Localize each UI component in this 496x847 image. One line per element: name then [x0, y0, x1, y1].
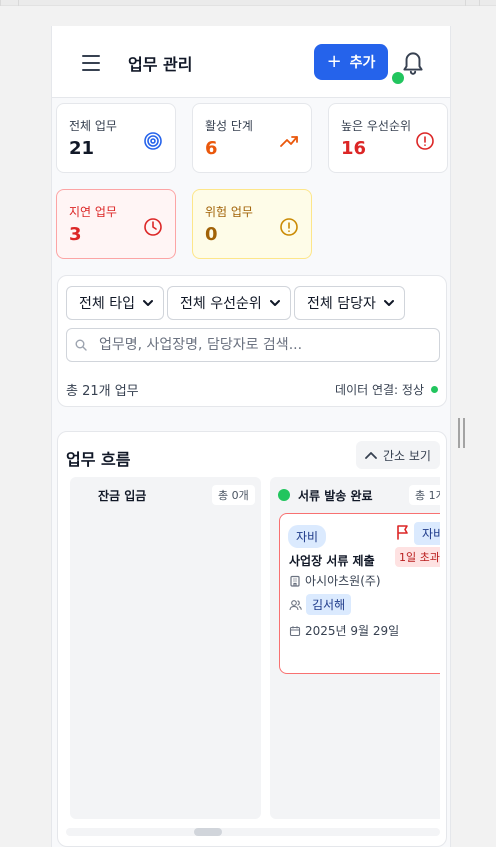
building-icon — [290, 575, 300, 587]
column-title: 잔금 입금 — [98, 489, 147, 503]
priority-select-value: 전체 우선순위 — [180, 296, 262, 312]
stat-card-delayed: 지연 업무 3 — [56, 189, 176, 259]
app-panel: 업무 관리 + 추가 전체 업무 21 활성 단계 6 높은 우선순위 16 지… — [51, 26, 451, 847]
column-count: 총 1개 — [409, 485, 440, 505]
bell-icon[interactable] — [400, 48, 426, 76]
plus-icon: + — [326, 51, 342, 72]
overdue-badge: 1일 초과 — [395, 547, 440, 567]
trending-up-icon — [280, 136, 298, 147]
menu-button[interactable] — [78, 51, 106, 75]
target-icon — [144, 132, 162, 150]
task-date-text: 2025년 9월 29일 — [305, 624, 400, 638]
task-type-tag: 자비 — [288, 525, 327, 548]
task-card[interactable]: 자비 자비 사업장 서류 제출 1일 초과 아시아츠원(주) 김서해 — [279, 513, 440, 674]
chevron-down-icon — [269, 300, 280, 306]
stat-card-risk: 위험 업무 0 — [192, 189, 312, 259]
online-status-dot — [392, 72, 404, 84]
horizontal-scrollbar[interactable] — [66, 828, 440, 836]
task-assignee: 김서해 — [289, 594, 352, 615]
search-box — [66, 328, 440, 362]
column-title: 서류 발송 완료 — [298, 489, 373, 503]
priority-select[interactable]: 전체 우선순위 — [167, 286, 291, 320]
flag-icon — [397, 525, 408, 540]
kanban-columns[interactable]: 잔금 입금 총 0개 서류 발송 완료 총 1개 자비 자비 사업장 서류 제출… — [70, 477, 440, 819]
compact-view-label: 간소 보기 — [383, 448, 431, 463]
browser-top-strip — [0, 0, 496, 6]
connection-status-dot — [431, 386, 438, 393]
search-input[interactable] — [99, 337, 419, 353]
add-button-label: 추가 — [349, 55, 376, 71]
chevron-up-icon — [365, 452, 377, 459]
task-company-name: 아시아츠원(주) — [305, 574, 381, 588]
column-status-dot — [278, 489, 290, 501]
users-icon — [289, 599, 302, 610]
assignee-select-value: 전체 담당자 — [307, 296, 376, 312]
add-button[interactable]: + 추가 — [314, 44, 388, 80]
scrollbar-thumb[interactable] — [194, 828, 222, 836]
stat-card-total: 전체 업무 21 — [56, 103, 176, 173]
stat-card-high-priority: 높은 우선순위 16 — [328, 103, 448, 173]
alert-circle-icon — [416, 132, 434, 150]
chevron-down-icon — [142, 300, 153, 306]
connection-status: 데이터 연결: 정상 — [335, 381, 438, 398]
task-date: 2025년 9월 29일 — [289, 622, 399, 639]
assignee-chip: 김서해 — [306, 594, 352, 615]
assignee-select[interactable]: 전체 담당자 — [294, 286, 405, 320]
column-count: 총 0개 — [212, 485, 255, 505]
chevron-down-icon — [383, 300, 394, 306]
column-balance-deposit: 잔금 입금 총 0개 — [70, 477, 261, 819]
stat-card-active: 활성 단계 6 — [192, 103, 312, 173]
task-company: 아시아츠원(주) — [289, 572, 381, 589]
search-icon — [75, 339, 87, 351]
compact-view-button[interactable]: 간소 보기 — [356, 441, 440, 469]
task-type-tag-secondary: 자비 — [414, 522, 440, 545]
task-count: 총 21개 업무 — [66, 384, 139, 399]
calendar-icon — [289, 625, 301, 636]
type-select-value: 전체 타입 — [79, 296, 135, 312]
panel-resize-handle[interactable] — [458, 418, 466, 448]
connection-status-label: 데이터 연결: 정상 — [335, 383, 424, 397]
page-title: 업무 관리 — [128, 55, 193, 74]
column-documents-sent: 서류 발송 완료 총 1개 자비 자비 사업장 서류 제출 1일 초과 아시아츠… — [270, 477, 440, 819]
task-name: 사업장 서류 제출 — [289, 554, 375, 568]
type-select[interactable]: 전체 타입 — [66, 286, 164, 320]
workflow-title: 업무 흐름 — [66, 450, 131, 469]
clock-icon — [144, 218, 162, 236]
workflow-card: 업무 흐름 간소 보기 잔금 입금 총 0개 서류 발송 완료 총 1개 자비 … — [57, 431, 447, 847]
app-header: 업무 관리 + 추가 — [52, 26, 450, 98]
alert-circle-icon — [280, 218, 298, 236]
filter-card: 전체 타입 전체 우선순위 전체 담당자 총 21개 업무 데이터 연결: 정상 — [57, 275, 447, 407]
